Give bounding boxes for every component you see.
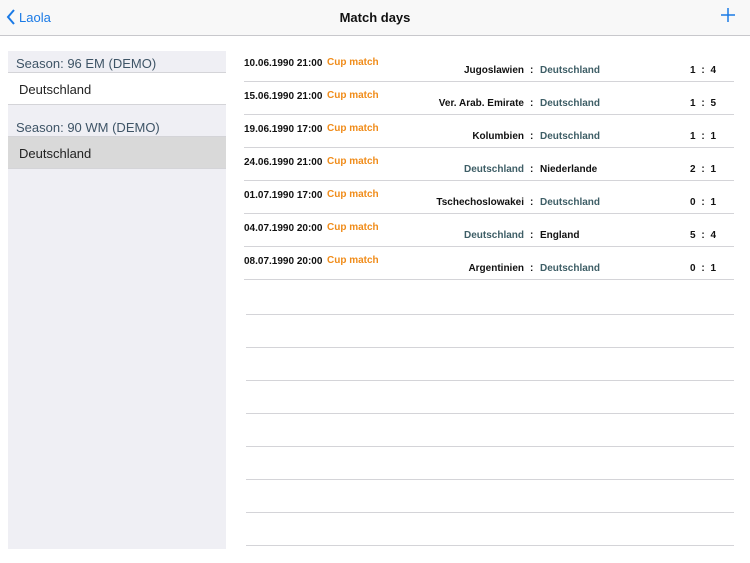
score-separator: : [701, 164, 705, 175]
page-title: Match days [339, 10, 411, 25]
match-datetime: 24.06.1990 21:00 [244, 157, 323, 168]
season-header: Season: 90 WM (DEMO) [8, 115, 226, 137]
season-header: Season: 96 EM (DEMO) [8, 51, 226, 73]
empty-row [246, 348, 734, 381]
score-home: 5 [690, 230, 696, 241]
team-separator: : [530, 131, 534, 142]
competition-label: Cup match [327, 156, 379, 167]
score-home: 1 [690, 98, 696, 109]
competition-label: Cup match [327, 90, 379, 101]
score-separator: : [701, 197, 705, 208]
score-separator: : [701, 263, 705, 274]
match-datetime: 01.07.1990 17:00 [244, 190, 323, 201]
match-row[interactable]: 24.06.1990 21:00 Cup match Deutschland: Nie… [244, 148, 734, 181]
empty-row [246, 513, 734, 546]
score-away: 1 [710, 164, 717, 175]
score-home: 0 [690, 197, 696, 208]
match-row[interactable]: 01.07.1990 17:00 Cup match Tschechoslowake… [244, 181, 734, 214]
score-away: 1 [710, 131, 717, 142]
match-row[interactable]: 19.06.1990 17:00 Cup match Kolumbien: Deuts… [244, 115, 734, 148]
score-home: 0 [690, 263, 696, 274]
team-separator: : [530, 65, 534, 76]
score-separator: : [701, 98, 705, 109]
team-separator: : [530, 263, 534, 274]
home-team: Ver. Arab. Emirate [438, 98, 524, 109]
match-datetime: 10.06.1990 21:00 [244, 58, 323, 69]
empty-rows [246, 282, 734, 546]
team-separator: : [530, 197, 534, 208]
competition-label: Cup match [327, 222, 379, 233]
away-team: Deutschland [540, 131, 601, 142]
score-home: 1 [690, 65, 696, 76]
away-team: England [540, 230, 580, 241]
empty-row [246, 447, 734, 480]
team-separator: : [530, 230, 534, 241]
home-team: Argentinien [468, 263, 524, 274]
home-team: Deutschland [463, 164, 524, 175]
competition-label: Cup match [327, 255, 379, 266]
home-team: Kolumbien [472, 131, 524, 142]
competition-label: Cup match [327, 57, 379, 68]
match-datetime: 04.07.1990 20:00 [244, 223, 323, 234]
team-separator: : [530, 98, 534, 109]
add-button[interactable] [720, 7, 736, 28]
match-datetime: 15.06.1990 21:00 [244, 91, 323, 102]
match-datetime: 08.07.1990 20:00 [244, 256, 323, 267]
plus-icon [721, 8, 735, 22]
home-team: Tschechoslowakei [436, 197, 524, 208]
match-score: 5 : 4 [690, 230, 716, 241]
match-row[interactable]: 15.06.1990 21:00 Cup match Ver. Arab. Emir… [244, 82, 734, 115]
away-team: Deutschland [540, 98, 601, 109]
home-team: Deutschland [463, 230, 524, 241]
score-away: 1 [710, 197, 717, 208]
match-row[interactable]: 10.06.1990 21:00 Cup match Jugoslawien: Deu… [244, 49, 734, 82]
away-team: Niederlande [540, 164, 598, 175]
score-home: 2 [690, 164, 696, 175]
match-score: 0 : 1 [690, 263, 716, 274]
score-separator: : [701, 65, 705, 76]
empty-row [246, 480, 734, 513]
sidebar-item-team[interactable]: Deutschland [8, 73, 226, 105]
match-score: 1 : 5 [690, 98, 716, 109]
away-team: Deutschland [540, 263, 601, 274]
competition-label: Cup match [327, 189, 379, 200]
match-row[interactable]: 04.07.1990 20:00 Cup match Deutschland: Eng… [244, 214, 734, 247]
score-away: 4 [710, 230, 717, 241]
match-score: 1 : 1 [690, 131, 716, 142]
sidebar-item-team-selected[interactable]: Deutschland [8, 137, 226, 169]
empty-row [246, 315, 734, 348]
match-score: 0 : 1 [690, 197, 716, 208]
team-separator: : [530, 164, 534, 175]
score-away: 1 [710, 263, 717, 274]
score-separator: : [701, 131, 705, 142]
away-team: Deutschland [540, 197, 601, 208]
score-away: 4 [710, 65, 717, 76]
score-separator: : [701, 230, 705, 241]
empty-row [246, 414, 734, 447]
home-team: Jugoslawien [463, 65, 524, 76]
match-score: 2 : 1 [690, 164, 716, 175]
empty-row [246, 381, 734, 414]
competition-label: Cup match [327, 123, 379, 134]
match-score: 1 : 4 [690, 65, 716, 76]
empty-row [246, 282, 734, 315]
match-row[interactable]: 08.07.1990 20:00 Cup match Argentinien: Deu… [244, 247, 734, 280]
score-home: 1 [690, 131, 696, 142]
match-datetime: 19.06.1990 17:00 [244, 124, 323, 135]
away-team: Deutschland [540, 65, 601, 76]
score-away: 5 [710, 98, 717, 109]
season-sidebar: Season: 96 EM (DEMO) Deutschland Season:… [8, 51, 226, 549]
navigation-bar: Laola Match days [0, 0, 750, 36]
match-list: 10.06.1990 21:00 Cup match Jugoslawien: Deu… [244, 49, 734, 280]
